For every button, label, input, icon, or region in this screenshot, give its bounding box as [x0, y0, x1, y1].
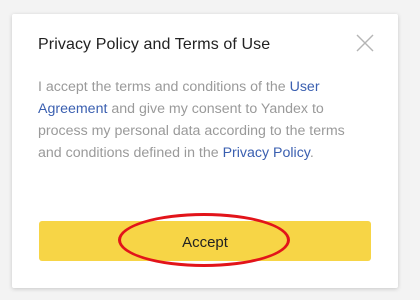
privacy-policy-link[interactable]: Privacy Policy: [223, 145, 310, 161]
consent-text-part3: .: [309, 145, 314, 161]
consent-text-part1: I accept the terms and conditions of the: [38, 79, 290, 95]
accept-button[interactable]: Accept: [39, 221, 371, 261]
accept-button-label: Accept: [182, 233, 228, 251]
privacy-dialog: Privacy Policy and Terms of Use I accept…: [12, 14, 398, 288]
dialog-title: Privacy Policy and Terms of Use: [38, 36, 271, 53]
close-button[interactable]: [354, 32, 376, 54]
close-icon: [356, 34, 374, 52]
consent-text: I accept the terms and conditions of the…: [38, 76, 372, 164]
page-background: Privacy Policy and Terms of Use I accept…: [0, 0, 420, 300]
